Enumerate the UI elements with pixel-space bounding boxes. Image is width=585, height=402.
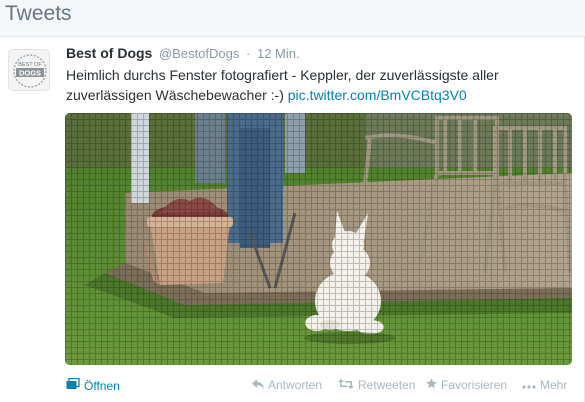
tweet-header: Best of Dogs @BestofDogs · 12 Min. — [66, 45, 300, 61]
expand-icon — [66, 377, 80, 393]
star-icon — [426, 378, 437, 392]
best-of-dogs-logo: BEST OF DOGS — [13, 54, 47, 88]
more-button[interactable]: Mehr — [522, 378, 567, 392]
separator-dot: · — [246, 46, 251, 61]
tweet-actions: Öffnen Antworten Retweeten Favorisieren — [0, 377, 585, 398]
author-name[interactable]: Best of Dogs — [66, 45, 152, 61]
ellipsis-icon — [522, 378, 536, 392]
avatar[interactable]: BEST OF DOGS — [8, 49, 50, 91]
tweet-text: Heimlich durchs Fenster fotografiert - K… — [66, 65, 566, 105]
favorite-button[interactable]: Favorisieren — [426, 378, 507, 392]
reply-arrow-icon — [252, 378, 264, 392]
media-link[interactable]: pic.twitter.com/BmVCBtq3V0 — [288, 87, 467, 103]
retweet-button[interactable]: Retweeten — [338, 378, 415, 392]
reply-button[interactable]: Antworten — [252, 378, 322, 392]
more-label: Mehr — [540, 378, 568, 392]
favorite-label: Favorisieren — [441, 378, 508, 392]
retweet-label: Retweeten — [358, 378, 416, 392]
timeline-header: Tweets — [0, 0, 585, 37]
page-title: Tweets — [5, 2, 72, 25]
tweet-photo[interactable] — [65, 113, 572, 365]
retweet-icon — [338, 378, 354, 392]
open-label: Öffnen — [84, 378, 120, 393]
svg-text:BEST OF: BEST OF — [18, 62, 42, 68]
dog-photo — [65, 113, 572, 365]
open-button[interactable]: Öffnen — [66, 377, 120, 393]
svg-text:DOGS: DOGS — [19, 69, 41, 78]
tweet-timestamp[interactable]: 12 Min. — [257, 46, 300, 61]
reply-label: Antworten — [268, 378, 323, 392]
author-handle[interactable]: @BestofDogs — [159, 46, 239, 61]
